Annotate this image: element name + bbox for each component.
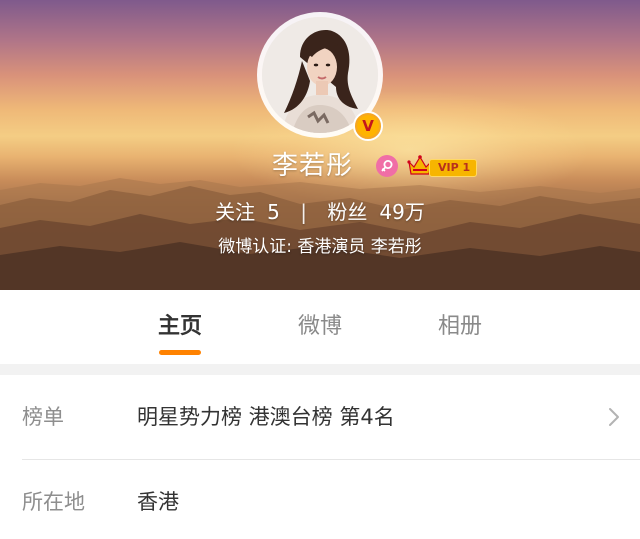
tab-weibo[interactable]: 微博 <box>270 290 370 364</box>
following-count: 5 <box>267 200 280 224</box>
ranking-label: 榜单 <box>22 405 64 429</box>
ranking-value: 明星势力榜 港澳台榜 第4名 <box>137 405 395 429</box>
ranking-row[interactable]: 榜单 明星势力榜 港澳台榜 第4名 <box>0 375 640 459</box>
followers-label: 粉丝 <box>327 200 368 224</box>
verification-text: 微博认证: 香港演员 李若彤 <box>218 237 422 257</box>
location-row: 所在地 香港 <box>0 460 640 539</box>
following-label: 关注 <box>215 200 256 224</box>
female-icon <box>376 155 398 177</box>
profile-tabs: 主页 微博 相册 <box>0 290 640 364</box>
verified-v-icon: V <box>357 115 379 137</box>
profile-page: V 李若彤 VIP 1 关注 5 | 粉丝 49万 微博认证: 香港演员 李若彤… <box>0 0 640 539</box>
followers-count: 49万 <box>379 200 425 224</box>
verified-v-badge: V <box>353 111 383 141</box>
location-label: 所在地 <box>22 490 85 514</box>
stats-separator: | <box>300 200 308 224</box>
followers-stat[interactable]: 粉丝 49万 <box>327 196 424 228</box>
active-tab-indicator <box>159 350 201 355</box>
location-value: 香港 <box>137 490 179 514</box>
profile-name-row: 李若彤 VIP 1 <box>0 146 640 186</box>
profile-cover-banner: V 李若彤 VIP 1 关注 5 | 粉丝 49万 微博认证: 香港演员 李若彤 <box>0 0 640 290</box>
tab-album[interactable]: 相册 <box>410 290 510 364</box>
section-divider <box>0 364 640 375</box>
profile-name: 李若彤 <box>272 151 354 181</box>
following-stat[interactable]: 关注 5 <box>215 196 280 228</box>
chevron-right-icon <box>609 408 619 426</box>
vip-level-label: VIP 1 <box>429 159 478 177</box>
follow-stats: 关注 5 | 粉丝 49万 <box>0 196 640 228</box>
